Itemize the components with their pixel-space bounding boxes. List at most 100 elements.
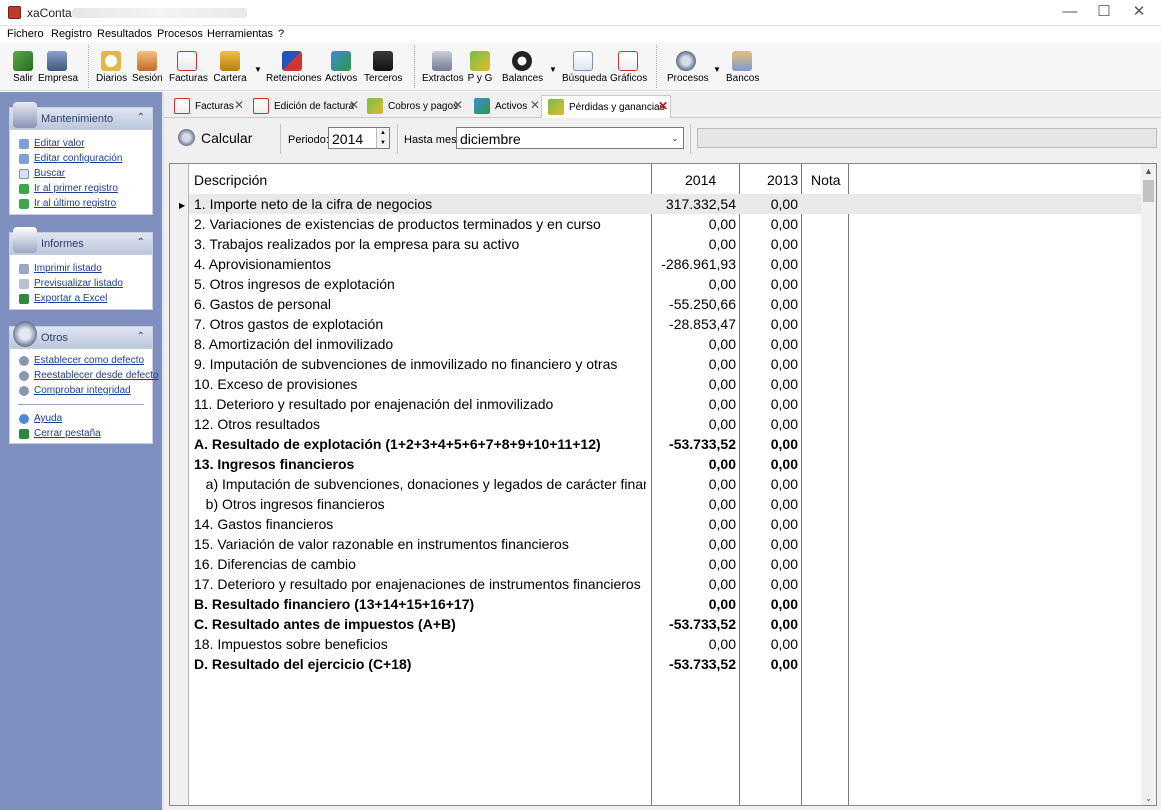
table-row[interactable]: b) Otros ingresos financieros 0,00 0,00 xyxy=(189,494,1141,514)
tab-facturas[interactable]: Facturas ✕ xyxy=(168,95,246,118)
group-header-informes[interactable]: Informes ⌃ xyxy=(10,227,152,255)
menu-help[interactable]: ? xyxy=(278,28,284,40)
task-exportar-excel[interactable]: Exportar a Excel xyxy=(10,291,152,306)
table-row[interactable]: 8. Amortización del inmovilizado 0,00 0,00 xyxy=(189,334,1141,354)
tab-close-icon[interactable]: ✕ xyxy=(530,98,540,112)
table-row[interactable]: 6. Gastos de personal -55.250,66 0,00 xyxy=(189,294,1141,314)
table-row[interactable]: 11. Deterioro y resultado por enajenació… xyxy=(189,394,1141,414)
task-editar-valor[interactable]: Editar valor xyxy=(10,136,152,151)
table-row[interactable]: 16. Diferencias de cambio 0,00 0,00 xyxy=(189,554,1141,574)
table-row[interactable]: D. Resultado del ejercicio (C+18) -53.733… xyxy=(189,654,1141,674)
cartera-dropdown-arrow[interactable]: ▼ xyxy=(254,65,262,74)
pyg-button[interactable]: P y G xyxy=(467,47,493,87)
collapse-icon[interactable]: ⌃ xyxy=(137,237,145,248)
scroll-down-icon[interactable]: ⌄ xyxy=(1141,791,1156,805)
busqueda-button[interactable]: Búsqueda xyxy=(562,47,607,87)
maximize-button[interactable]: ☐ xyxy=(1086,0,1122,26)
tab-close-icon[interactable]: ✕ xyxy=(453,98,463,112)
menu-herramientas[interactable]: Herramientas xyxy=(207,28,273,40)
table-row[interactable]: 2. Variaciones de existencias de product… xyxy=(189,214,1141,234)
tab-close-icon[interactable]: ✕ xyxy=(658,99,668,113)
column-header-descripcion[interactable]: Descripción xyxy=(194,172,267,188)
column-header-nota[interactable]: Nota xyxy=(811,172,841,188)
vertical-scrollbar[interactable]: ▲ ⌄ xyxy=(1141,164,1156,805)
scroll-up-icon[interactable]: ▲ xyxy=(1141,164,1156,178)
graficos-button[interactable]: Gráficos xyxy=(610,47,647,87)
balances-dropdown-arrow[interactable]: ▼ xyxy=(549,65,557,74)
sesion-button[interactable]: Sesión xyxy=(132,47,163,87)
chevron-down-icon[interactable]: ⌄ xyxy=(667,128,683,148)
task-editar-configuracion[interactable]: Editar configuración xyxy=(10,151,152,166)
terceros-button[interactable]: Terceros xyxy=(364,47,402,87)
cell-2014: -53.733,52 xyxy=(669,616,736,632)
task-comprobar-integridad[interactable]: Comprobar integridad xyxy=(10,383,152,398)
task-previsualizar-listado[interactable]: Previsualizar listado xyxy=(10,276,152,291)
tab-close-icon[interactable]: ✕ xyxy=(349,98,359,112)
task-ultimo-registro[interactable]: Ir al último registro xyxy=(10,196,152,211)
diarios-button[interactable]: Diarios xyxy=(96,47,127,87)
scroll-thumb[interactable] xyxy=(1143,180,1154,202)
table-row[interactable]: 13. Ingresos financieros 0,00 0,00 xyxy=(189,454,1141,474)
group-header-mantenimiento[interactable]: Mantenimiento ⌃ xyxy=(10,102,152,130)
task-ayuda[interactable]: Ayuda xyxy=(10,411,152,426)
table-row[interactable]: 15. Variación de valor razonable en inst… xyxy=(189,534,1141,554)
task-establecer-defecto[interactable]: Establecer como defecto xyxy=(10,353,152,368)
task-buscar[interactable]: Buscar xyxy=(10,166,152,181)
procesos-button[interactable]: Procesos xyxy=(667,47,709,87)
table-row[interactable]: a) Imputación de subvenciones, donacione… xyxy=(189,474,1141,494)
menu-fichero[interactable]: Fichero xyxy=(7,28,44,40)
bancos-button[interactable]: Bancos xyxy=(726,47,759,87)
table-row[interactable]: 18. Impuestos sobre beneficios 0,00 0,00 xyxy=(189,634,1141,654)
task-imprimir-listado[interactable]: Imprimir listado xyxy=(10,261,152,276)
cell-2013: 0,00 xyxy=(770,376,798,392)
cell-descripcion: 16. Diferencias de cambio xyxy=(194,556,356,572)
table-row[interactable]: C. Resultado antes de impuestos (A+B) -53… xyxy=(189,614,1141,634)
tab-close-icon[interactable]: ✕ xyxy=(234,98,244,112)
menu-resultados[interactable]: Resultados xyxy=(97,28,152,40)
task-primer-registro[interactable]: Ir al primer registro xyxy=(10,181,152,196)
empresa-button[interactable]: Empresa xyxy=(38,47,78,87)
tab-perdidas-ganancias[interactable]: Pérdidas y ganancias ✕ xyxy=(541,95,671,118)
periodo-spinner[interactable]: 2014 ▲ ▼ xyxy=(328,127,390,149)
table-row[interactable]: 17. Deterioro y resultado por enajenacio… xyxy=(189,574,1141,594)
minimize-button[interactable]: — xyxy=(1052,0,1088,26)
task-cerrar-pestana[interactable]: Cerrar pestaña xyxy=(10,426,152,441)
task-reestablecer-defecto[interactable]: Reestablecer desde defecto xyxy=(10,368,159,383)
table-row[interactable]: 7. Otros gastos de explotación -28.853,47… xyxy=(189,314,1141,334)
group-header-otros[interactable]: Otros ⌃ xyxy=(10,321,152,349)
collapse-icon[interactable]: ⌃ xyxy=(137,331,145,342)
table-row[interactable]: A. Resultado de explotación (1+2+3+4+5+6… xyxy=(189,434,1141,454)
table-row[interactable]: 5. Otros ingresos de explotación 0,00 0,00 xyxy=(189,274,1141,294)
spin-up-icon[interactable]: ▲ xyxy=(376,128,389,138)
salir-button[interactable]: Salir xyxy=(9,47,37,87)
close-window-button[interactable]: ✕ xyxy=(1121,0,1157,26)
retenciones-button[interactable]: Retenciones xyxy=(266,47,322,87)
facturas-button[interactable]: Facturas xyxy=(169,47,208,87)
tab-activos[interactable]: Activos ✕ xyxy=(468,95,544,118)
extractos-button[interactable]: Extractos xyxy=(422,47,464,87)
menu-registro[interactable]: Registro xyxy=(51,28,92,40)
column-header-2013[interactable]: 2013 xyxy=(767,172,798,188)
activos-button[interactable]: Activos xyxy=(325,47,357,87)
cell-2014: 0,00 xyxy=(708,516,736,532)
table-row[interactable]: 9. Imputación de subvenciones de inmovil… xyxy=(189,354,1141,374)
spin-down-icon[interactable]: ▼ xyxy=(376,138,389,148)
balances-button[interactable]: Balances xyxy=(502,47,543,87)
cartera-button[interactable]: Cartera xyxy=(213,47,247,87)
procesos-dropdown-arrow[interactable]: ▼ xyxy=(713,65,721,74)
hasta-mes-select[interactable]: diciembre ⌄ xyxy=(456,127,684,149)
table-row[interactable]: 1. Importe neto de la cifra de negocios 3… xyxy=(189,194,1141,214)
table-row[interactable]: 12. Otros resultados 0,00 0,00 xyxy=(189,414,1141,434)
table-row[interactable]: B. Resultado financiero (13+14+15+16+17)… xyxy=(189,594,1141,614)
tab-cobros-pagos[interactable]: Cobros y pagos ✕ xyxy=(361,95,465,118)
cell-descripcion: 7. Otros gastos de explotación xyxy=(194,316,384,332)
table-row[interactable]: 14. Gastos financieros 0,00 0,00 xyxy=(189,514,1141,534)
collapse-icon[interactable]: ⌃ xyxy=(137,112,145,123)
menu-procesos[interactable]: Procesos xyxy=(157,28,203,40)
table-row[interactable]: 10. Exceso de provisiones 0,00 0,00 xyxy=(189,374,1141,394)
column-header-2014[interactable]: 2014 xyxy=(685,172,716,188)
cell-descripcion: 18. Impuestos sobre beneficios xyxy=(194,636,388,652)
table-row[interactable]: 3. Trabajos realizados por la empresa pa… xyxy=(189,234,1141,254)
tab-edicion-factura[interactable]: Edición de factura ✕ xyxy=(247,95,359,118)
table-row[interactable]: 4. Aprovisionamientos -286.961,93 0,00 xyxy=(189,254,1141,274)
